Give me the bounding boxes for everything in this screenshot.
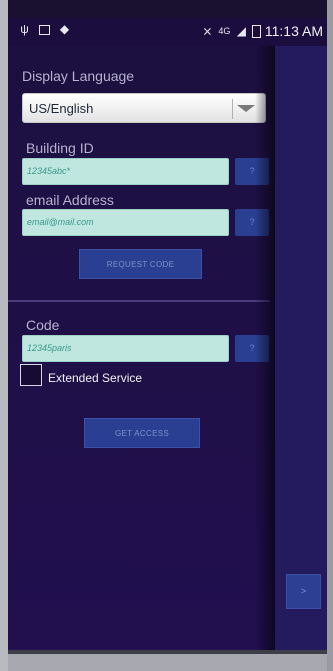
mute-icon: ⨯ (202, 23, 213, 38)
extended-service-label: Extended Service (48, 371, 143, 385)
status-right-icons: ⨯ 4G ◢ 11:13 AM (201, 23, 323, 39)
status-bar: ψ ◆ ⨯ 4G ◢ 11:13 AM (8, 18, 327, 46)
display-language-label: Display Language (22, 68, 135, 84)
email-address-input[interactable]: email@mail.com (22, 209, 229, 236)
building-id-label: Building ID (26, 140, 94, 156)
language-select-value: US/English (29, 101, 94, 116)
section-divider (8, 300, 270, 302)
get-access-button[interactable]: GET ACCESS (84, 418, 200, 448)
next-button[interactable]: > (286, 574, 321, 609)
usb-icon: ψ (20, 22, 29, 36)
building-id-placeholder: 12345abc* (27, 166, 71, 176)
network-4g-icon: 4G (218, 25, 231, 36)
phone-bottom-bezel (8, 654, 327, 671)
code-placeholder: 12345paris (27, 343, 72, 353)
phone-bezel-right (327, 0, 333, 671)
email-address-placeholder: email@mail.com (27, 217, 94, 227)
code-label: Code (26, 317, 60, 333)
status-left-icons: ψ ◆ (18, 23, 71, 36)
code-input[interactable]: 12345paris (22, 335, 229, 362)
select-separator (232, 99, 233, 119)
request-code-button[interactable]: REQUEST CODE (79, 249, 202, 279)
phone-bezel-left (0, 0, 8, 671)
battery-icon (251, 24, 261, 38)
shield-icon: ◆ (59, 22, 70, 36)
status-time: 11:13 AM (264, 23, 323, 39)
side-panel (275, 46, 327, 654)
chevron-down-icon (237, 105, 255, 112)
image-icon (39, 24, 50, 35)
side-panel-shadow (255, 46, 275, 654)
extended-service-checkbox[interactable] (20, 364, 42, 386)
signal-icon: ◢ (236, 23, 246, 38)
email-address-label: email Address (26, 192, 114, 208)
language-select[interactable]: US/English (22, 93, 266, 123)
login-form-panel: Display Language US/English Building ID … (8, 46, 275, 654)
building-id-input[interactable]: 12345abc* (22, 158, 229, 185)
